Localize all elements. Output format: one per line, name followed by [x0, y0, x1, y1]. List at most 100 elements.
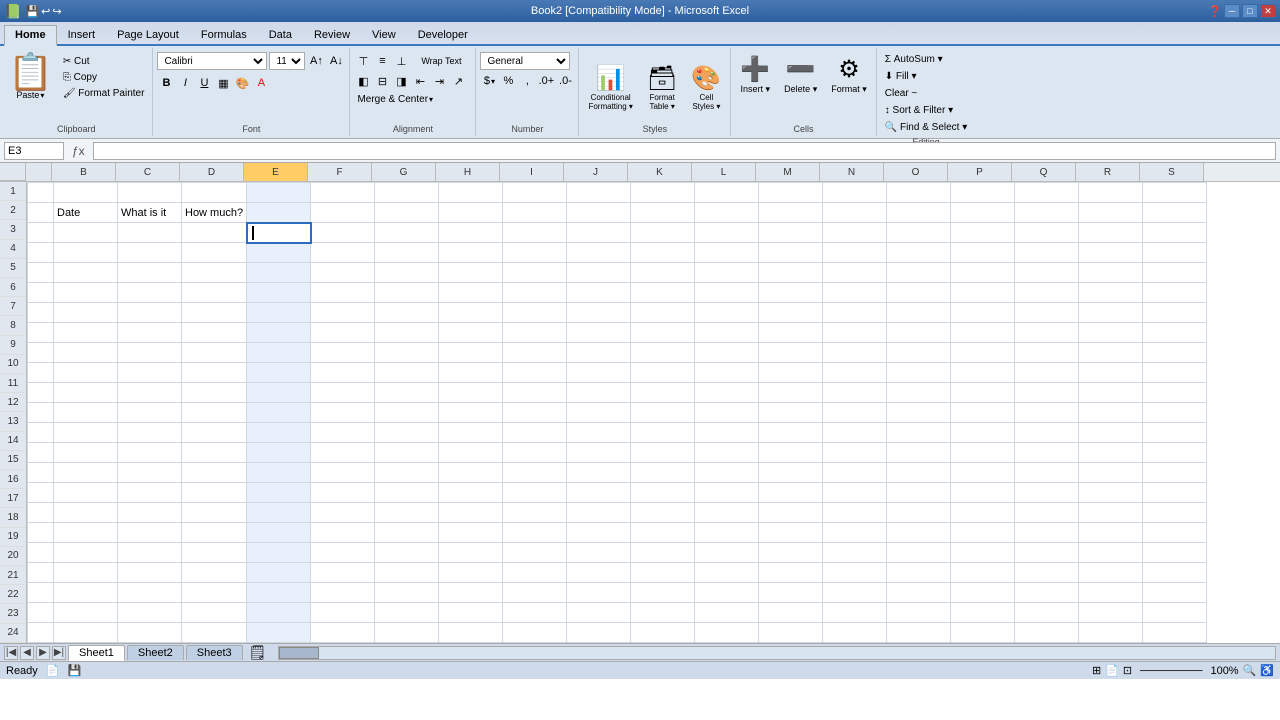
- cell-I12[interactable]: [503, 403, 567, 423]
- cell-K13[interactable]: [631, 423, 695, 443]
- cell-K16[interactable]: [631, 483, 695, 503]
- cell-A19[interactable]: [28, 543, 54, 563]
- cell-R20[interactable]: [1079, 563, 1143, 583]
- cell-F7[interactable]: [311, 303, 375, 323]
- cell-K14[interactable]: [631, 443, 695, 463]
- cell-B6[interactable]: [54, 283, 118, 303]
- cell-K3[interactable]: [631, 223, 695, 243]
- cell-K1[interactable]: [631, 183, 695, 203]
- cell-B7[interactable]: [54, 303, 118, 323]
- cell-S18[interactable]: [1143, 523, 1207, 543]
- cell-Q14[interactable]: [1015, 443, 1079, 463]
- cell-I3[interactable]: [503, 223, 567, 243]
- cell-R1[interactable]: [1079, 183, 1143, 203]
- cell-H15[interactable]: [439, 463, 503, 483]
- cell-D9[interactable]: [182, 343, 247, 363]
- col-header-B[interactable]: B: [52, 163, 116, 181]
- cell-E8[interactable]: [247, 323, 311, 343]
- cell-D6[interactable]: [182, 283, 247, 303]
- cell-A14[interactable]: [28, 443, 54, 463]
- cell-F19[interactable]: [311, 543, 375, 563]
- cell-P5[interactable]: [951, 263, 1015, 283]
- wrap-text-button[interactable]: Wrap Text: [411, 52, 471, 70]
- cell-H11[interactable]: [439, 383, 503, 403]
- cell-E4[interactable]: [247, 243, 311, 263]
- cell-P22[interactable]: [951, 603, 1015, 623]
- cell-K4[interactable]: [631, 243, 695, 263]
- cell-M23[interactable]: [759, 623, 823, 643]
- decrease-indent-button[interactable]: ⇤: [411, 72, 429, 90]
- col-header-J[interactable]: J: [564, 163, 628, 181]
- cell-A11[interactable]: [28, 383, 54, 403]
- cell-A23[interactable]: [28, 623, 54, 643]
- cell-J10[interactable]: [567, 363, 631, 383]
- cell-N18[interactable]: [823, 523, 887, 543]
- cell-M5[interactable]: [759, 263, 823, 283]
- cell-F22[interactable]: [311, 603, 375, 623]
- cell-S6[interactable]: [1143, 283, 1207, 303]
- col-header-Q[interactable]: Q: [1012, 163, 1076, 181]
- cell-Q13[interactable]: [1015, 423, 1079, 443]
- cell-Q16[interactable]: [1015, 483, 1079, 503]
- col-header-K[interactable]: K: [628, 163, 692, 181]
- cell-B9[interactable]: [54, 343, 118, 363]
- cell-F2[interactable]: [311, 203, 375, 223]
- cell-E19[interactable]: [247, 543, 311, 563]
- row-num-12[interactable]: 12: [0, 393, 26, 412]
- row-num-13[interactable]: 13: [0, 412, 26, 431]
- cell-R11[interactable]: [1079, 383, 1143, 403]
- sort-filter-button[interactable]: ↕ Sort & Filter ▾: [881, 103, 957, 118]
- cell-L13[interactable]: [695, 423, 759, 443]
- cell-K23[interactable]: [631, 623, 695, 643]
- row-num-2[interactable]: 2: [0, 201, 26, 220]
- cell-K12[interactable]: [631, 403, 695, 423]
- delete-button[interactable]: ➖ Delete ▾: [779, 52, 822, 98]
- orientation-button[interactable]: ↗: [449, 72, 467, 90]
- cell-N11[interactable]: [823, 383, 887, 403]
- cell-E11[interactable]: [247, 383, 311, 403]
- cell-P19[interactable]: [951, 543, 1015, 563]
- cell-B18[interactable]: [54, 523, 118, 543]
- cell-C4[interactable]: [118, 243, 182, 263]
- cell-R3[interactable]: [1079, 223, 1143, 243]
- cell-R18[interactable]: [1079, 523, 1143, 543]
- row-num-3[interactable]: 3: [0, 220, 26, 239]
- cell-Q6[interactable]: [1015, 283, 1079, 303]
- cell-M7[interactable]: [759, 303, 823, 323]
- cell-N19[interactable]: [823, 543, 887, 563]
- cell-O17[interactable]: [887, 503, 951, 523]
- cell-M4[interactable]: [759, 243, 823, 263]
- cell-L20[interactable]: [695, 563, 759, 583]
- cell-C6[interactable]: [118, 283, 182, 303]
- cell-E17[interactable]: [247, 503, 311, 523]
- cell-L1[interactable]: [695, 183, 759, 203]
- cell-I9[interactable]: [503, 343, 567, 363]
- font-size-select[interactable]: 11: [269, 52, 305, 70]
- cell-G18[interactable]: [375, 523, 439, 543]
- cell-S13[interactable]: [1143, 423, 1207, 443]
- cell-C21[interactable]: [118, 583, 182, 603]
- cell-R2[interactable]: [1079, 203, 1143, 223]
- cell-M20[interactable]: [759, 563, 823, 583]
- cell-F3[interactable]: [311, 223, 375, 243]
- cell-L5[interactable]: [695, 263, 759, 283]
- cell-L19[interactable]: [695, 543, 759, 563]
- cell-J7[interactable]: [567, 303, 631, 323]
- conditional-formatting-button[interactable]: 📊 ConditionalFormatting ▾: [583, 61, 637, 114]
- cell-O18[interactable]: [887, 523, 951, 543]
- cell-Q15[interactable]: [1015, 463, 1079, 483]
- cell-B15[interactable]: [54, 463, 118, 483]
- cell-L3[interactable]: [695, 223, 759, 243]
- cell-E16[interactable]: [247, 483, 311, 503]
- row-num-20[interactable]: 20: [0, 547, 26, 566]
- cell-G12[interactable]: [375, 403, 439, 423]
- paste-label[interactable]: Paste▾: [16, 90, 44, 100]
- cell-N10[interactable]: [823, 363, 887, 383]
- cell-M10[interactable]: [759, 363, 823, 383]
- cell-R14[interactable]: [1079, 443, 1143, 463]
- row-num-18[interactable]: 18: [0, 508, 26, 527]
- cell-D8[interactable]: [182, 323, 247, 343]
- cell-J18[interactable]: [567, 523, 631, 543]
- cell-A4[interactable]: [28, 243, 54, 263]
- cell-O3[interactable]: [887, 223, 951, 243]
